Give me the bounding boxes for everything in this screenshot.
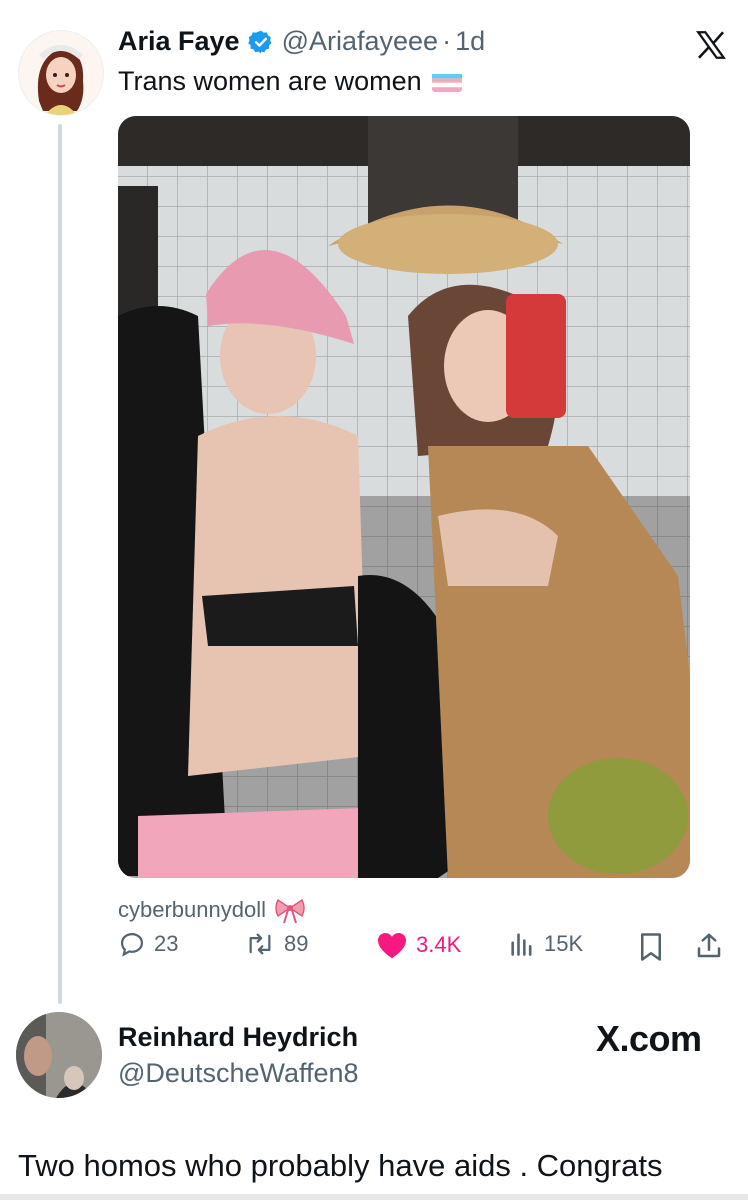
views-icon — [511, 933, 532, 956]
retweet-button[interactable]: 89 — [244, 930, 308, 958]
reply-icon — [120, 932, 144, 957]
x-logo-icon[interactable] — [694, 28, 728, 62]
reply-text: Two homos who probably have aids . Congr… — [18, 1148, 663, 1183]
dot-separator: · — [442, 26, 452, 56]
tweet-media-photo[interactable] — [118, 116, 690, 878]
retweet-icon — [249, 933, 271, 955]
author-name[interactable]: Aria Faye — [118, 26, 240, 57]
reply-count: 23 — [154, 931, 179, 956]
like-count: 3.4K — [416, 932, 462, 957]
thread-line — [58, 124, 62, 1004]
reply-button[interactable]: 23 — [118, 930, 178, 958]
reply-author-handle[interactable]: @DeutscheWaffen8 — [118, 1058, 359, 1089]
media-caption: cyberbunnydoll — [118, 897, 266, 922]
verified-badge-icon — [247, 29, 274, 55]
x-com-watermark: X.com — [596, 1018, 702, 1059]
reply-author-avatar[interactable] — [16, 1012, 102, 1098]
retweet-count: 89 — [284, 931, 309, 956]
tweet-time[interactable]: 1d — [455, 26, 485, 57]
views-count: 15K — [544, 931, 584, 956]
views-button[interactable]: 15K — [508, 930, 583, 958]
ribbon-bow-icon — [274, 896, 306, 924]
bottom-divider — [0, 1194, 748, 1200]
bookmark-icon[interactable] — [638, 932, 664, 967]
reply-author-name[interactable]: Reinhard Heydrich — [118, 1022, 358, 1053]
tweet-text: Trans women are women — [118, 66, 422, 96]
author-handle[interactable]: @Ariafayeee — [282, 26, 439, 57]
like-button[interactable]: 3.4K — [376, 930, 461, 960]
trans-flag-icon — [431, 70, 462, 92]
author-avatar[interactable] — [18, 30, 104, 116]
heart-icon — [378, 933, 406, 959]
share-icon[interactable] — [694, 930, 724, 967]
